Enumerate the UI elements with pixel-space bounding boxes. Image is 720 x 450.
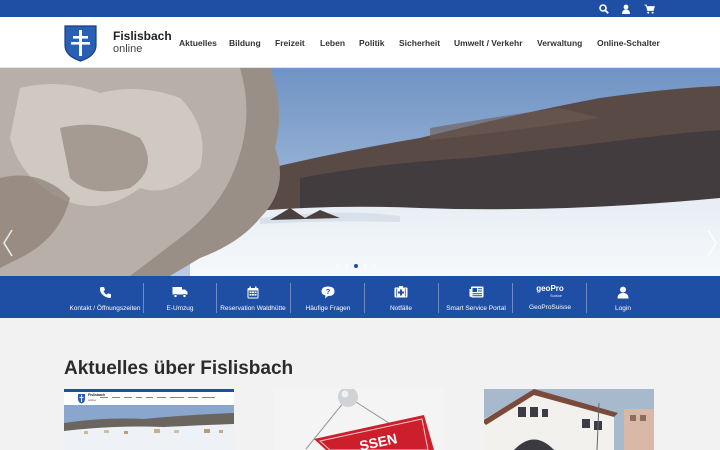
divider bbox=[216, 283, 217, 313]
nav-item-politik[interactable]: Politik bbox=[359, 38, 385, 52]
quicklink-haeufige-fragen[interactable]: ? Häufige Fragen bbox=[292, 276, 364, 318]
nav-item-bildung[interactable]: Bildung bbox=[229, 38, 261, 52]
quicklink-smart-service-portal[interactable]: Smart Service Portal bbox=[440, 276, 512, 318]
nav-item-leben[interactable]: Leben bbox=[320, 38, 345, 52]
news-card-sign[interactable]: SSEN bbox=[274, 389, 444, 450]
truck-icon bbox=[172, 283, 188, 301]
news-card-image: SSEN bbox=[274, 389, 444, 450]
site-subtitle[interactable]: online bbox=[113, 43, 142, 55]
nav-item-umwelt-verkehr[interactable]: Umwelt / Verkehr bbox=[454, 38, 523, 52]
hero-slider[interactable] bbox=[0, 68, 720, 276]
geopro-logo-sub: Suisse bbox=[549, 293, 562, 298]
cart-icon[interactable] bbox=[642, 2, 656, 15]
slider-dot[interactable] bbox=[345, 264, 349, 268]
quicklink-e-umzug[interactable]: E-Umzug bbox=[145, 276, 215, 318]
mini-site-subtitle: online bbox=[88, 398, 97, 402]
slider-dot[interactable] bbox=[372, 264, 376, 268]
quicklink-reservation-waldhuette[interactable]: Reservation Waldhütte bbox=[218, 276, 288, 318]
quicklink-label: Reservation Waldhütte bbox=[220, 305, 286, 312]
user-icon[interactable] bbox=[619, 2, 633, 15]
site-name[interactable]: Fislisbach bbox=[113, 29, 172, 43]
divider bbox=[364, 283, 365, 313]
divider bbox=[438, 283, 439, 313]
svg-text:?: ? bbox=[326, 287, 331, 296]
calendar-icon bbox=[247, 283, 259, 301]
first-aid-icon bbox=[394, 283, 408, 301]
nav-item-freizeit[interactable]: Freizeit bbox=[275, 38, 305, 52]
divider bbox=[586, 283, 587, 313]
quicklink-label: Login bbox=[615, 305, 631, 312]
quicklink-label: Notfälle bbox=[389, 305, 413, 312]
newspaper-icon bbox=[469, 283, 484, 301]
slider-pagination bbox=[336, 264, 376, 269]
news-card-image bbox=[484, 389, 654, 450]
user-icon bbox=[617, 283, 629, 301]
slider-dot-active[interactable] bbox=[354, 264, 358, 268]
site-header: Fislisbach online Aktuelles Bildung Frei… bbox=[0, 17, 720, 68]
quicklinks-bar: Kontakt / Öffnungszeiten E-Umzug Reserva… bbox=[0, 276, 720, 318]
nav-item-sicherheit[interactable]: Sicherheit bbox=[399, 38, 440, 52]
slider-dot[interactable] bbox=[363, 264, 367, 268]
quicklink-label: Smart Service Portal bbox=[446, 305, 506, 312]
news-card-building[interactable] bbox=[484, 389, 654, 450]
quicklink-label: E-Umzug bbox=[166, 305, 194, 312]
hero-winter-landscape-image bbox=[0, 68, 720, 276]
quicklink-label: GeoProSuisse bbox=[529, 304, 571, 311]
news-card-website[interactable]: Fislisbach online bbox=[64, 389, 234, 450]
nav-item-online-schalter[interactable]: Online-Schalter bbox=[597, 38, 660, 52]
nav-item-aktuelles[interactable]: Aktuelles bbox=[179, 38, 217, 52]
nav-item-verwaltung[interactable]: Verwaltung bbox=[537, 38, 582, 52]
quicklink-notfaelle[interactable]: Notfälle bbox=[366, 276, 436, 318]
quicklink-label: Häufige Fragen bbox=[305, 305, 351, 312]
quicklink-login[interactable]: Login bbox=[588, 276, 658, 318]
question-bubble-icon: ? bbox=[321, 283, 335, 301]
news-section-title: Aktuelles über Fislisbach bbox=[64, 358, 294, 379]
mini-site-name: Fislisbach bbox=[88, 393, 106, 397]
top-utility-bar bbox=[0, 0, 720, 17]
quicklink-kontakt[interactable]: Kontakt / Öffnungszeiten bbox=[67, 276, 143, 318]
divider bbox=[512, 283, 513, 313]
quicklink-geoprosuisse[interactable]: geoPro Suisse GeoProSuisse bbox=[514, 276, 586, 318]
geopro-logo-main: geoPro bbox=[536, 284, 564, 293]
phone-icon bbox=[99, 283, 112, 301]
quicklink-label: Kontakt / Öffnungszeiten bbox=[69, 305, 141, 312]
search-icon[interactable] bbox=[597, 2, 611, 15]
divider bbox=[143, 283, 144, 313]
slider-dot[interactable] bbox=[336, 264, 340, 268]
divider bbox=[290, 283, 291, 313]
slider-next-arrow-icon[interactable] bbox=[706, 228, 718, 258]
geopro-logo: geoPro Suisse bbox=[536, 282, 564, 300]
coat-of-arms-logo[interactable] bbox=[64, 25, 97, 62]
slider-prev-arrow-icon[interactable] bbox=[2, 228, 14, 258]
